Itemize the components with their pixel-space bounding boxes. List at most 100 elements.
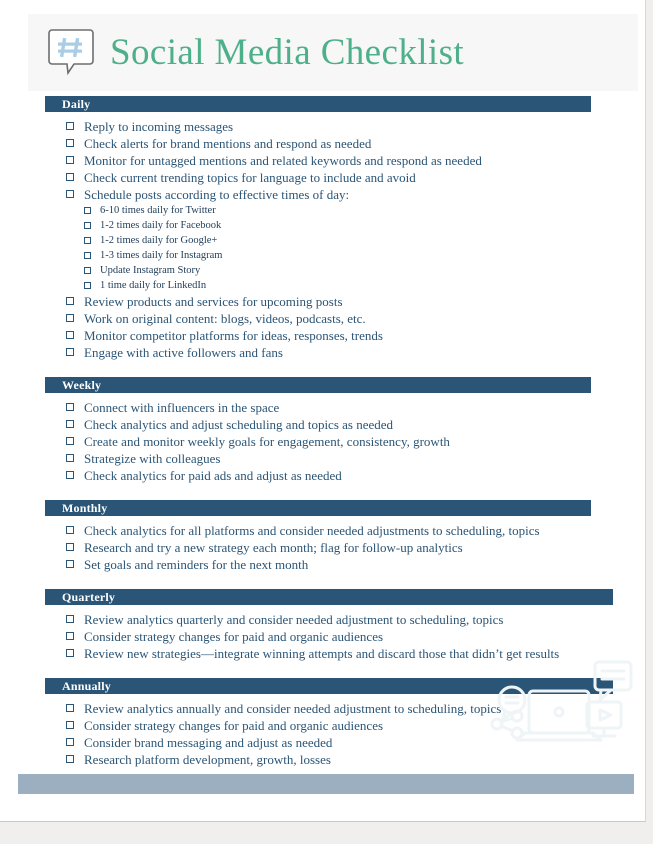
checklist-item-label: Review new strategies—integrate winning … — [84, 646, 560, 661]
checkbox-icon[interactable] — [66, 755, 74, 763]
checklist-item[interactable]: Schedule posts according to effective ti… — [0, 186, 645, 203]
checkbox-icon[interactable] — [66, 314, 74, 322]
checklist-item-label: Review analytics quarterly and consider … — [84, 612, 504, 627]
checklist-item[interactable]: Research platform development, growth, l… — [0, 751, 645, 768]
checklist-item[interactable]: Connect with influencers in the space — [0, 399, 645, 416]
checklist-items: Check analytics for all platforms and co… — [0, 516, 645, 587]
checkbox-icon[interactable] — [66, 738, 74, 746]
checklist-subitem[interactable]: 1 time daily for LinkedIn — [0, 278, 645, 293]
checklist-items: Connect with influencers in the space Che… — [0, 393, 645, 498]
checklist-item-label: Engage with active followers and fans — [84, 345, 283, 360]
checkbox-icon[interactable] — [66, 403, 74, 411]
checklist-item[interactable]: Check analytics for paid ads and adjust … — [0, 467, 645, 484]
checklist-item[interactable]: Check current trending topics for langua… — [0, 169, 645, 186]
checklist-items: Reply to incoming messages Check alerts f… — [0, 112, 645, 375]
checkbox-icon[interactable] — [66, 649, 74, 657]
checkbox-icon[interactable] — [66, 526, 74, 534]
checklist-item-label: Check analytics for paid ads and adjust … — [84, 468, 342, 483]
checkbox-icon[interactable] — [66, 139, 74, 147]
checkbox-icon[interactable] — [84, 282, 91, 289]
checklist-subitem[interactable]: 6-10 times daily for Twitter — [0, 203, 645, 218]
checklist-item[interactable]: Strategize with colleagues — [0, 450, 645, 467]
checklist-subitem-label: 1-3 times daily for Instagram — [100, 250, 223, 261]
hashtag-speech-bubble-icon — [48, 28, 94, 78]
section-title: Quarterly — [62, 590, 116, 604]
section-header-bar: Daily — [45, 96, 591, 112]
checkbox-icon[interactable] — [84, 252, 91, 259]
checkbox-icon[interactable] — [66, 156, 74, 164]
checklist-subitem[interactable]: 1-3 times daily for Instagram — [0, 248, 645, 263]
section-monthly: Monthly Check analytics for all platforms… — [0, 500, 645, 587]
checkbox-icon[interactable] — [66, 173, 74, 181]
checklist-item-label: Check current trending topics for langua… — [84, 170, 416, 185]
checklist-item-label: Research and try a new strategy each mon… — [84, 540, 463, 555]
checklist-subitem-label: Update Instagram Story — [100, 265, 201, 276]
checklist-sections: Daily Reply to incoming messages Check ale… — [0, 96, 645, 784]
checklist-item[interactable]: Check analytics for all platforms and co… — [0, 522, 645, 539]
document-header: Social Media Checklist — [28, 14, 638, 91]
checklist-item[interactable]: Set goals and reminders for the next mon… — [0, 556, 645, 573]
checklist-item[interactable]: Check alerts for brand mentions and resp… — [0, 135, 645, 152]
checkbox-icon[interactable] — [66, 420, 74, 428]
checklist-subitem-label: 1-2 times daily for Google+ — [100, 235, 218, 246]
checkbox-icon[interactable] — [66, 122, 74, 130]
section-header-bar: Weekly — [45, 377, 591, 393]
checklist-item[interactable]: Monitor for untagged mentions and relate… — [0, 152, 645, 169]
checkbox-icon[interactable] — [66, 560, 74, 568]
section-weekly: Weekly Connect with influencers in the sp… — [0, 377, 645, 498]
checklist-item[interactable]: Work on original content: blogs, videos,… — [0, 310, 645, 327]
checklist-item[interactable]: Research and try a new strategy each mon… — [0, 539, 645, 556]
checklist-item[interactable]: Create and monitor weekly goals for enga… — [0, 433, 645, 450]
checklist-item-label: Review products and services for upcomin… — [84, 294, 343, 309]
checkbox-icon[interactable] — [66, 437, 74, 445]
checklist-item-label: Check analytics for all platforms and co… — [84, 523, 540, 538]
checklist-item-label: Strategize with colleagues — [84, 451, 221, 466]
checkbox-icon[interactable] — [66, 190, 74, 198]
checklist-subitem[interactable]: 1-2 times daily for Google+ — [0, 233, 645, 248]
checklist-item-label: Monitor for untagged mentions and relate… — [84, 153, 482, 168]
checklist-item[interactable]: Review new strategies—integrate winning … — [0, 645, 645, 662]
checklist-item-label: Check alerts for brand mentions and resp… — [84, 136, 372, 151]
checkbox-icon[interactable] — [84, 267, 91, 274]
checklist-item-label: Research platform development, growth, l… — [84, 752, 331, 767]
checklist-item[interactable]: Reply to incoming messages — [0, 118, 645, 135]
checklist-item[interactable]: Review products and services for upcomin… — [0, 293, 645, 310]
checklist-items: Review analytics annually and consider n… — [0, 694, 645, 782]
section-daily: Daily Reply to incoming messages Check ale… — [0, 96, 645, 375]
checklist-subitem-label: 1-2 times daily for Facebook — [100, 220, 222, 231]
section-title: Daily — [62, 97, 91, 111]
checkbox-icon[interactable] — [66, 348, 74, 356]
checkbox-icon[interactable] — [66, 471, 74, 479]
checkbox-icon[interactable] — [84, 222, 91, 229]
checklist-item[interactable]: Review analytics annually and consider n… — [0, 700, 645, 717]
checkbox-icon[interactable] — [66, 721, 74, 729]
section-quarterly: Quarterly Review analytics quarterly and … — [0, 589, 645, 676]
checkbox-icon[interactable] — [66, 632, 74, 640]
checkbox-icon[interactable] — [66, 454, 74, 462]
checklist-item-label: Consider brand messaging and adjust as n… — [84, 735, 333, 750]
checkbox-icon[interactable] — [66, 297, 74, 305]
checklist-item-label: Schedule posts according to effective ti… — [84, 187, 350, 202]
checklist-subitem[interactable]: Update Instagram Story — [0, 263, 645, 278]
checkbox-icon[interactable] — [66, 615, 74, 623]
checklist-item[interactable]: Review analytics quarterly and consider … — [0, 611, 645, 628]
checklist-item[interactable]: Engage with active followers and fans — [0, 344, 645, 361]
checklist-item[interactable]: Consider strategy changes for paid and o… — [0, 628, 645, 645]
section-title: Annually — [62, 679, 111, 693]
checklist-subitem-label: 1 time daily for LinkedIn — [100, 280, 207, 291]
checklist-item-label: Monitor competitor platforms for ideas, … — [84, 328, 383, 343]
section-title: Weekly — [62, 378, 102, 392]
checkbox-icon[interactable] — [84, 237, 91, 244]
checkbox-icon[interactable] — [66, 704, 74, 712]
checklist-item[interactable]: Monitor competitor platforms for ideas, … — [0, 327, 645, 344]
checklist-item-label: Create and monitor weekly goals for enga… — [84, 434, 450, 449]
checklist-item[interactable]: Check analytics and adjust scheduling an… — [0, 416, 645, 433]
checklist-item[interactable]: Consider strategy changes for paid and o… — [0, 717, 645, 734]
section-header-bar: Monthly — [45, 500, 591, 516]
checklist-subitem[interactable]: 1-2 times daily for Facebook — [0, 218, 645, 233]
checklist-item[interactable]: Consider brand messaging and adjust as n… — [0, 734, 645, 751]
checklist-item-label: Work on original content: blogs, videos,… — [84, 311, 366, 326]
checkbox-icon[interactable] — [66, 331, 74, 339]
checkbox-icon[interactable] — [84, 207, 91, 214]
checkbox-icon[interactable] — [66, 543, 74, 551]
